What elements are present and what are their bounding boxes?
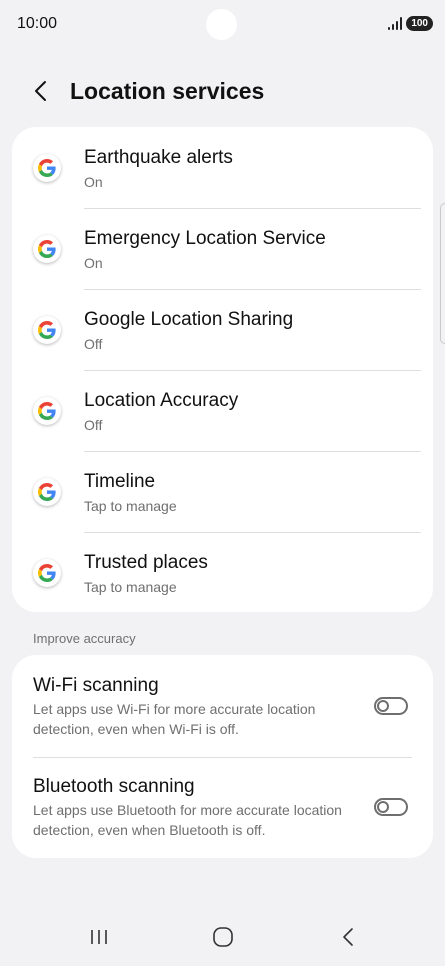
google-icon (33, 315, 61, 344)
wifi-scanning-title: Wi-Fi scanning (33, 675, 159, 696)
service-title: Timeline (84, 471, 156, 492)
service-status: On (84, 174, 103, 190)
service-row-emergency-location-service[interactable]: Emergency Location Service On (12, 208, 433, 290)
service-status: Off (84, 417, 103, 433)
page-title: Location services (70, 78, 265, 104)
service-title: Location Accuracy (84, 390, 239, 411)
home-icon (213, 927, 233, 947)
service-row-timeline[interactable]: Timeline Tap to manage (12, 451, 433, 533)
back-icon (343, 928, 353, 946)
service-title: Google Location Sharing (84, 309, 294, 330)
home-button[interactable] (205, 921, 241, 953)
bluetooth-scanning-toggle[interactable] (374, 798, 408, 816)
service-row-trusted-places[interactable]: Trusted places Tap to manage (12, 532, 433, 613)
service-title: Earthquake alerts (84, 147, 233, 168)
service-status: Tap to manage (84, 498, 177, 514)
service-status: Off (84, 336, 103, 352)
improve-accuracy-card: Wi-Fi scanning Let apps use Wi-Fi for mo… (12, 655, 433, 858)
recents-icon (91, 930, 107, 944)
signal-icon (387, 17, 403, 30)
app-bar: Location services (0, 70, 445, 114)
google-icon (33, 153, 61, 182)
wifi-scanning-toggle[interactable] (374, 697, 408, 715)
bluetooth-scanning-row[interactable]: Bluetooth scanning Let apps use Bluetoot… (12, 757, 433, 858)
google-services-list: Earthquake alerts On Emergency Location … (12, 127, 433, 612)
recents-button[interactable] (81, 921, 117, 953)
google-icon (33, 234, 61, 263)
wifi-scanning-row[interactable]: Wi-Fi scanning Let apps use Wi-Fi for mo… (12, 655, 433, 757)
service-title: Emergency Location Service (84, 228, 326, 249)
service-row-earthquake-alerts[interactable]: Earthquake alerts On (12, 127, 433, 209)
scroll-indicator[interactable] (440, 203, 445, 344)
service-status: Tap to manage (84, 579, 177, 595)
bluetooth-scanning-description: Let apps use Bluetooth for more accurate… (33, 802, 342, 838)
service-row-google-location-sharing[interactable]: Google Location Sharing Off (12, 289, 433, 371)
service-title: Trusted places (84, 552, 208, 573)
back-button[interactable] (28, 77, 56, 105)
section-header-improve-accuracy: Improve accuracy (33, 631, 136, 646)
status-bar: 10:00 100 (0, 0, 445, 50)
status-time: 10:00 (17, 15, 58, 32)
service-row-location-accuracy[interactable]: Location Accuracy Off (12, 370, 433, 452)
navigation-bar (0, 915, 445, 959)
toggle-knob (377, 801, 389, 813)
back-nav-button[interactable] (330, 921, 366, 953)
battery-icon: 100 (406, 16, 433, 31)
google-icon (33, 396, 61, 425)
wifi-scanning-description: Let apps use Wi-Fi for more accurate loc… (33, 701, 316, 737)
google-icon (33, 558, 61, 587)
google-icon (33, 477, 61, 506)
service-status: On (84, 255, 103, 271)
camera-cutout (206, 9, 237, 40)
status-indicators: 100 (387, 16, 433, 31)
chevron-left-icon (35, 81, 46, 101)
bluetooth-scanning-title: Bluetooth scanning (33, 776, 195, 797)
toggle-knob (377, 700, 389, 712)
